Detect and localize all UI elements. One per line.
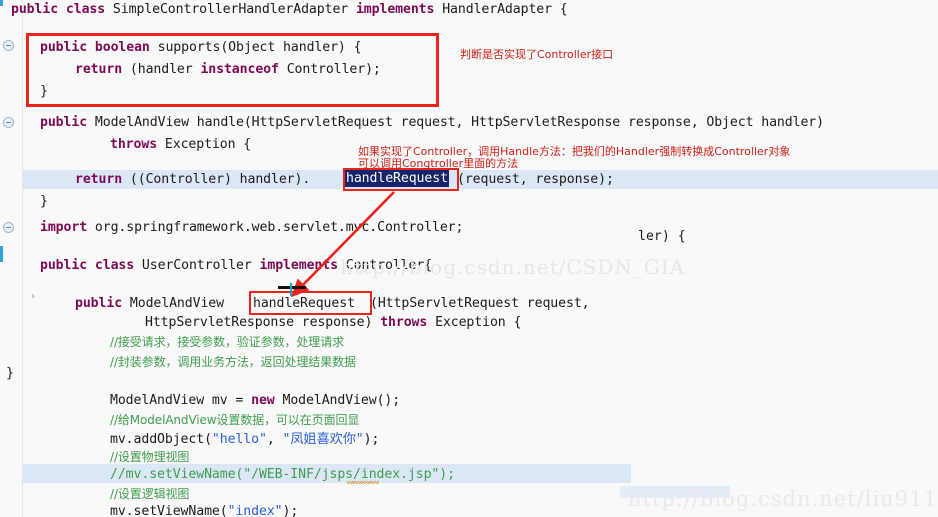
code-text: (HttpServletRequest request, bbox=[370, 296, 590, 311]
comment-token: //设置逻辑视图 bbox=[110, 487, 190, 501]
code-line: //给ModelAndView设置数据，可以在页面回显 bbox=[110, 413, 359, 428]
keyword-token: instanceof bbox=[200, 62, 279, 77]
keyword-token: public bbox=[11, 2, 59, 17]
code-text: (handler bbox=[122, 62, 201, 77]
selected-token-handle-request[interactable]: handleRequest bbox=[345, 170, 449, 187]
code-text: } bbox=[40, 194, 48, 209]
spellcheck-squiggle bbox=[347, 481, 379, 484]
code-line: (HttpServletRequest request, bbox=[370, 296, 590, 311]
code-line: public ModelAndView handle(HttpServletRe… bbox=[40, 115, 824, 130]
comment-token: //给ModelAndView设置数据，可以在页面回显 bbox=[110, 413, 360, 427]
code-line: //封装参数，调用业务方法，返回处理结果数据 bbox=[110, 355, 356, 370]
keyword-token: implements bbox=[259, 258, 339, 273]
annotation-note-1: 判断是否实现了Controller接口 bbox=[460, 48, 614, 61]
code-text: (request, response); bbox=[457, 172, 614, 187]
string-token: "凤姐喜欢你" bbox=[282, 432, 364, 447]
code-text: HandlerAdapter { bbox=[434, 2, 568, 17]
code-text: org.springframework.web.servlet.mvc.Cont… bbox=[87, 220, 464, 235]
code-line: import org.springframework.web.servlet.m… bbox=[40, 220, 463, 235]
keyword-token: public bbox=[40, 258, 88, 273]
code-text: supports(Object handler) { bbox=[149, 40, 362, 55]
watermark-bottom-right: http://blog.csdn.net/liu911025 bbox=[628, 487, 938, 511]
keyword-token: throws bbox=[110, 137, 158, 152]
change-indicator-bar bbox=[0, 246, 3, 262]
keyword-token: class bbox=[65, 2, 106, 17]
code-line: //设置逻辑视图 bbox=[110, 487, 189, 502]
gutter-separator bbox=[22, 0, 23, 517]
keyword-token: return bbox=[75, 62, 123, 77]
code-text: ); bbox=[363, 432, 380, 447]
keyword-token: public bbox=[40, 115, 88, 130]
code-line: mv.addObject("hello", "凤姐喜欢你"); bbox=[110, 432, 379, 447]
code-line: } bbox=[40, 84, 48, 99]
watermark-center: http://blog.csdn.net/CSDN_GIA bbox=[340, 255, 686, 279]
code-line: } bbox=[6, 366, 14, 381]
code-line: //mv.setViewName("/WEB-INF/jsps/index.js… bbox=[110, 467, 455, 482]
code-text: ModelAndView mv = bbox=[110, 393, 252, 408]
comment-token: //设置物理视图 bbox=[110, 450, 190, 464]
fold-arrow-icon[interactable]: › bbox=[30, 292, 36, 302]
code-text: UserController bbox=[134, 258, 260, 273]
comment-token: //mv.setViewName("/WEB-INF/jsps/index.js… bbox=[110, 467, 455, 482]
code-text: ); bbox=[282, 504, 299, 517]
code-text: ((Controller) handler). bbox=[122, 172, 311, 187]
code-line: //接受请求，接受参数，验证参数，处理请求 bbox=[110, 335, 344, 350]
code-line: throws Exception { bbox=[110, 137, 251, 152]
string-token: "index" bbox=[227, 504, 283, 517]
code-text: mv.addObject( bbox=[110, 432, 212, 447]
code-line: mv.setViewName("index"); bbox=[110, 504, 298, 517]
change-indicator-bar bbox=[0, 0, 3, 6]
code-text: Controller); bbox=[278, 62, 381, 77]
code-line: (request, response); bbox=[457, 172, 614, 187]
code-text: , bbox=[266, 432, 283, 447]
keyword-token: class bbox=[94, 258, 135, 273]
code-text: HttpServletResponse response) bbox=[145, 315, 381, 330]
code-line: return ((Controller) handler). bbox=[75, 172, 310, 187]
code-line: ModelAndView mv = new ModelAndView(); bbox=[110, 393, 400, 408]
keyword-token: public bbox=[40, 40, 88, 55]
code-line: public ModelAndView bbox=[75, 296, 232, 311]
background-window-fragment: ler) { bbox=[638, 229, 686, 244]
code-text: Exception { bbox=[157, 137, 252, 152]
code-text: SimpleControllerHandlerAdapter bbox=[105, 2, 356, 17]
keyword-token: implements bbox=[355, 2, 435, 17]
code-text: mv.setViewName( bbox=[110, 504, 228, 517]
text-cursor-caret bbox=[290, 283, 292, 296]
keyword-token: import bbox=[40, 220, 88, 235]
fold-marker-icon[interactable] bbox=[3, 117, 14, 128]
keyword-token: return bbox=[75, 172, 123, 187]
annotation-note-2-line2: 可以调用Congtroller里面的方法 bbox=[358, 157, 519, 170]
code-text: } bbox=[40, 84, 48, 99]
code-text: ModelAndView bbox=[122, 296, 232, 311]
code-text: ModelAndView(); bbox=[274, 393, 401, 408]
keyword-token: throws bbox=[380, 315, 428, 330]
code-line: HttpServletResponse response) throws Exc… bbox=[145, 315, 521, 330]
editor-gutter[interactable] bbox=[0, 0, 23, 517]
code-line: public class SimpleControllerHandlerAdap… bbox=[11, 2, 568, 17]
code-text: } bbox=[6, 366, 14, 381]
code-line: //设置物理视图 bbox=[110, 450, 189, 465]
code-text: Exception { bbox=[427, 315, 522, 330]
keyword-token: new bbox=[251, 393, 275, 408]
keyword-token: boolean bbox=[94, 40, 150, 55]
fold-marker-icon[interactable] bbox=[3, 222, 14, 233]
comment-token: //封装参数，调用业务方法，返回处理结果数据 bbox=[110, 355, 356, 369]
keyword-token: public bbox=[75, 296, 123, 311]
boxed-token-handle-request[interactable]: handleRequest bbox=[253, 296, 355, 311]
code-line: return (handler instanceof Controller); bbox=[75, 62, 381, 77]
code-line: public boolean supports(Object handler) … bbox=[40, 40, 362, 55]
string-token: "hello" bbox=[211, 432, 267, 447]
code-text: ModelAndView handle(HttpServletRequest r… bbox=[87, 115, 824, 130]
comment-token: //接受请求，接受参数，验证参数，处理请求 bbox=[110, 335, 344, 349]
code-line: } bbox=[40, 194, 48, 209]
screenshot-root: › public class SimpleControllerHandlerAd… bbox=[0, 0, 938, 517]
text-cursor-bar bbox=[278, 286, 306, 289]
fold-marker-icon[interactable] bbox=[3, 40, 14, 51]
